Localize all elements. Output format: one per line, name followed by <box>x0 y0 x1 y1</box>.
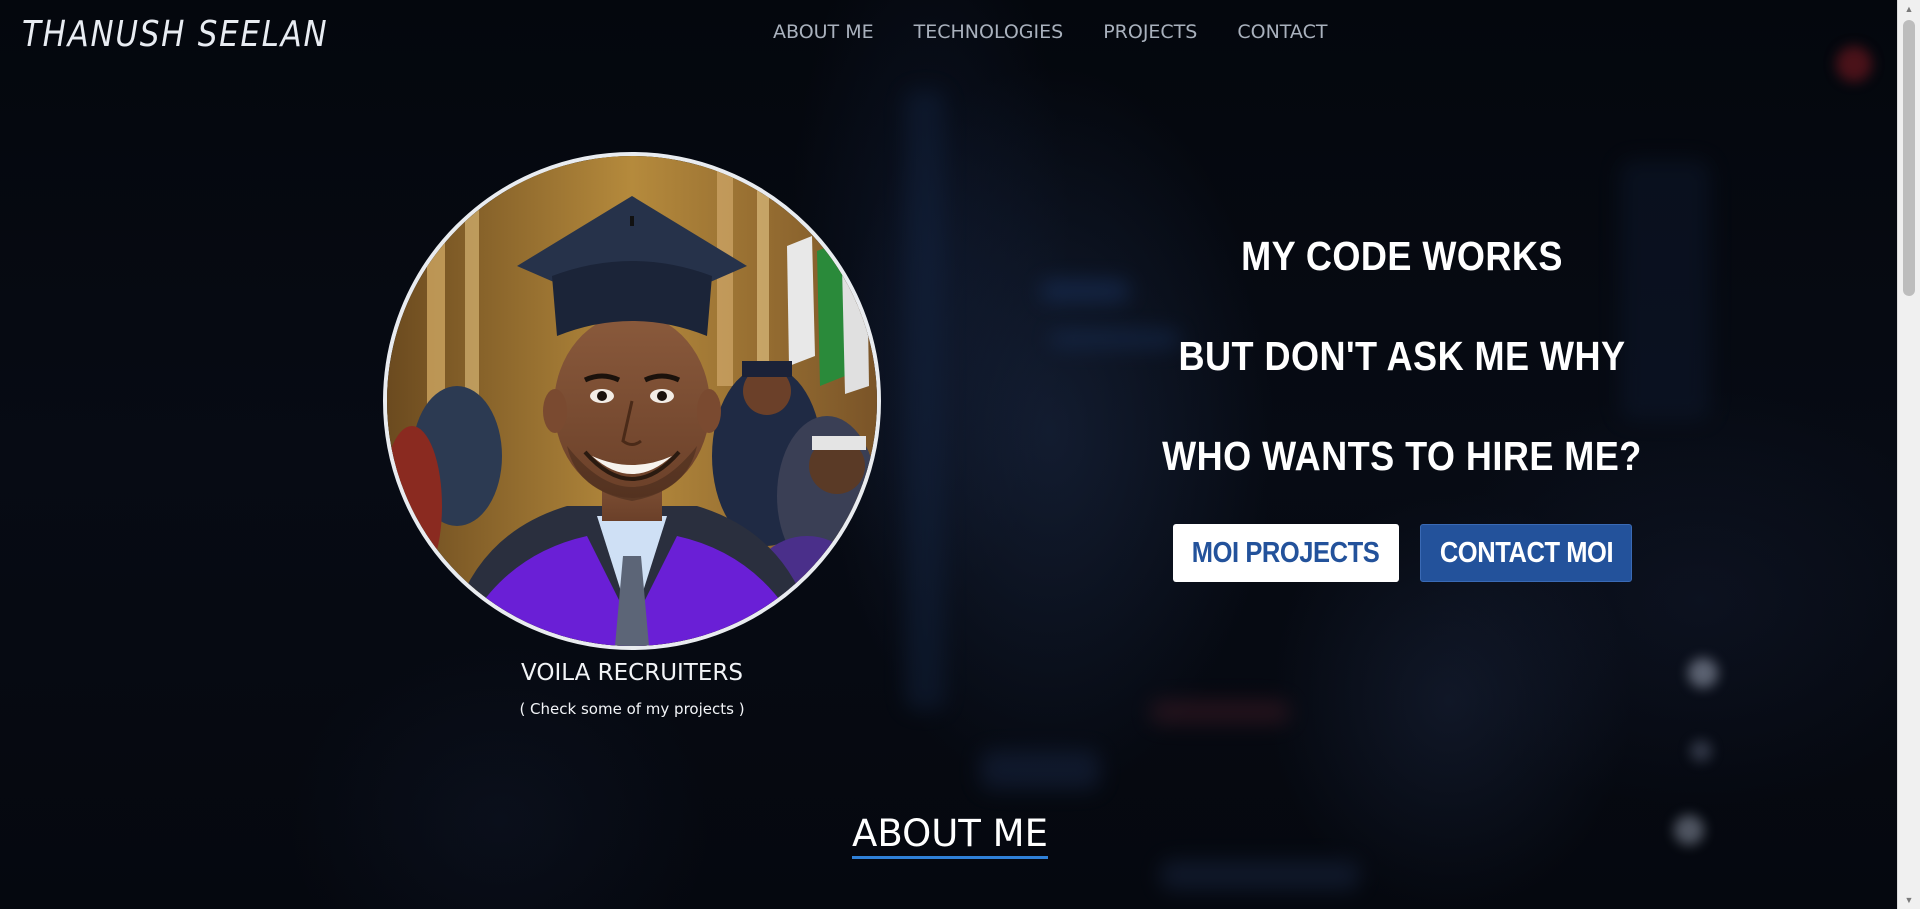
background-bokeh <box>1836 46 1872 82</box>
background-blur <box>1160 860 1360 890</box>
main-nav: ABOUT ME TECHNOLOGIES PROJECTS CONTACT <box>773 21 1327 43</box>
projects-button-label: MOI PROJECTS <box>1192 536 1380 569</box>
graduation-portrait-image <box>387 156 877 646</box>
scroll-up-arrow-icon[interactable]: ▲ <box>1898 0 1920 18</box>
page: THANUSH SEELAN ABOUT ME TECHNOLOGIES PRO… <box>0 0 1920 909</box>
hero-line-2: BUT DON'T ASK ME WHY <box>1178 333 1626 379</box>
scrollbar-thumb[interactable] <box>1903 20 1915 296</box>
background-bokeh <box>1690 740 1712 762</box>
background-bokeh <box>1674 815 1704 845</box>
background-blur <box>1620 160 1710 420</box>
contact-button-label: CONTACT MOI <box>1439 536 1613 569</box>
site-logo[interactable]: THANUSH SEELAN <box>22 14 328 55</box>
hero-line-3: WHO WANTS TO HIRE ME? <box>1162 433 1642 479</box>
nav-technologies[interactable]: TECHNOLOGIES <box>914 21 1064 43</box>
background-blur <box>1150 700 1290 724</box>
nav-projects[interactable]: PROJECTS <box>1103 21 1197 43</box>
nav-contact[interactable]: CONTACT <box>1237 21 1327 43</box>
scroll-down-arrow-icon[interactable]: ▼ <box>1898 891 1920 909</box>
background-blur <box>905 90 945 710</box>
vertical-scrollbar[interactable]: ▲ ▼ <box>1897 0 1920 909</box>
background-bokeh <box>1688 658 1718 688</box>
portrait-subcaption: ( Check some of my projects ) <box>519 700 745 718</box>
background-blur <box>1040 280 1130 302</box>
projects-button[interactable]: MOI PROJECTS <box>1173 524 1399 582</box>
background-blur <box>980 750 1100 790</box>
contact-button[interactable]: CONTACT MOI <box>1420 524 1632 582</box>
hero-line-1: MY CODE WORKS <box>1241 233 1563 279</box>
about-section-title: ABOUT ME <box>760 812 1140 859</box>
portrait-caption: VOILA RECRUITERS <box>521 660 743 686</box>
profile-photo <box>383 152 881 650</box>
about-section-title-text: ABOUT ME <box>852 813 1048 859</box>
nav-about-me[interactable]: ABOUT ME <box>773 21 874 43</box>
